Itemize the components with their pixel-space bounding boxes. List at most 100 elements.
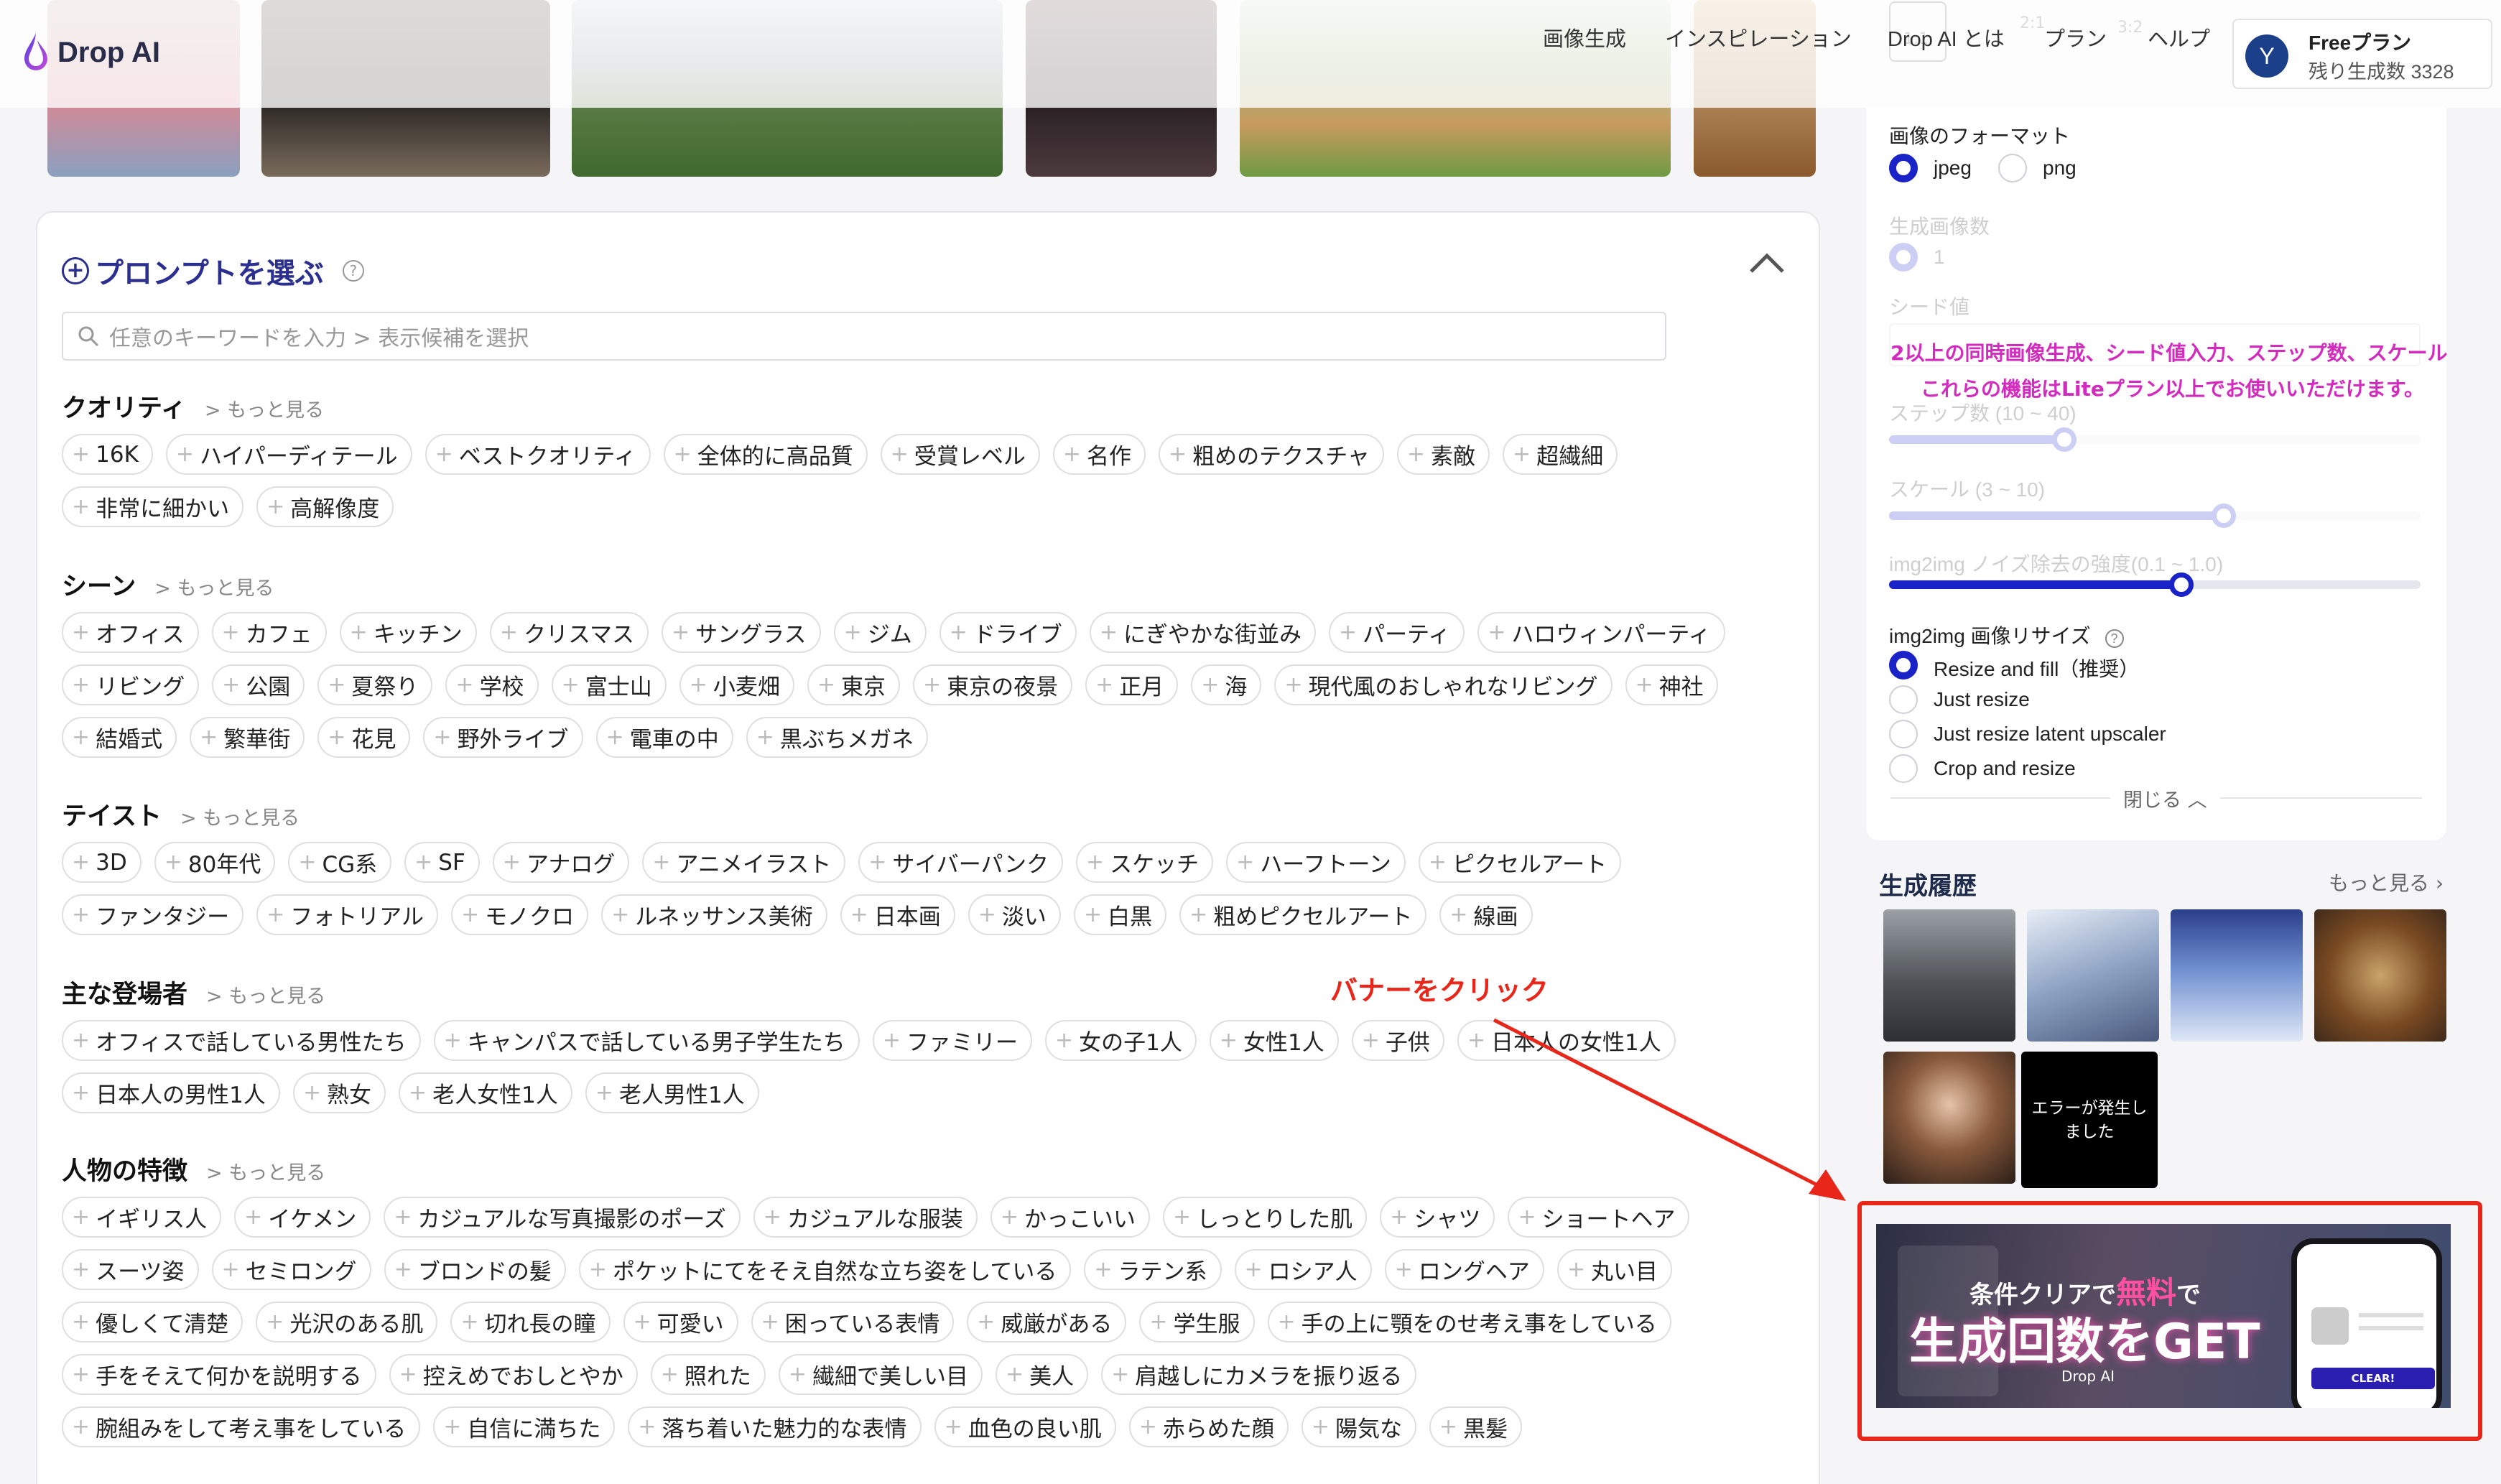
- denoise-slider[interactable]: [1889, 572, 2421, 597]
- section-more-link[interactable]: > もっと見る: [205, 394, 324, 422]
- prompt-tag[interactable]: + イケメン: [234, 1197, 371, 1238]
- prompt-tag[interactable]: + ラテン系: [1084, 1249, 1222, 1290]
- prompt-tag[interactable]: + イギリス人: [62, 1197, 222, 1238]
- just-resize-radio[interactable]: [1889, 685, 1918, 714]
- prompt-tag[interactable]: + キッチン: [339, 612, 477, 653]
- nav-inspiration[interactable]: インスピレーション: [1665, 22, 1852, 52]
- help-icon[interactable]: ?: [342, 260, 364, 282]
- prompt-tag[interactable]: + 東京: [807, 664, 900, 705]
- resize-fill-radio[interactable]: [1889, 651, 1918, 680]
- prompt-tag[interactable]: + 威厳がある: [967, 1302, 1127, 1342]
- prompt-tag[interactable]: + 高解像度: [256, 486, 394, 527]
- prompt-tag[interactable]: + ドライブ: [939, 612, 1077, 653]
- prompt-tag[interactable]: + 落ち着いた魅力的な表情: [628, 1406, 922, 1447]
- nav-about[interactable]: Drop AI とは: [1888, 22, 2005, 52]
- prompt-tag[interactable]: + 結婚式: [62, 717, 177, 758]
- prompt-tag[interactable]: + オフィスで話している男性たち: [62, 1020, 421, 1061]
- prompt-tag[interactable]: + ロングヘア: [1384, 1249, 1544, 1290]
- prompt-tag[interactable]: + 女の子1人: [1044, 1020, 1197, 1061]
- prompt-tag[interactable]: + スケッチ: [1076, 842, 1214, 883]
- prompt-tag[interactable]: + 赤らめた顔: [1128, 1406, 1289, 1447]
- prompt-tag[interactable]: + 全体的に高品質: [663, 434, 868, 475]
- prompt-tag[interactable]: + アナログ: [492, 842, 630, 883]
- prompt-tag[interactable]: + アニメイラスト: [642, 842, 846, 883]
- prompt-tag[interactable]: + しっとりした肌: [1163, 1197, 1368, 1238]
- prompt-tag[interactable]: + ベストクオリティ: [424, 434, 651, 475]
- section-more-link[interactable]: > もっと見る: [154, 572, 274, 600]
- prompt-tag[interactable]: + 非常に細かい: [62, 486, 244, 527]
- prompt-tag[interactable]: + 丸い目: [1556, 1249, 1672, 1290]
- prompt-tag[interactable]: + 老人女性1人: [399, 1072, 572, 1113]
- prompt-tag[interactable]: + サングラス: [662, 612, 821, 653]
- prompt-tag[interactable]: + 淡い: [968, 894, 1061, 935]
- prompt-tag[interactable]: + 夏祭り: [317, 664, 433, 705]
- prompt-tag[interactable]: + モノクロ: [450, 894, 589, 935]
- section-more-link[interactable]: > もっと見る: [206, 1157, 325, 1185]
- resize-fill-label[interactable]: Resize and fill（推奨）: [1934, 654, 2139, 682]
- prompt-tag[interactable]: + 富士山: [551, 664, 667, 705]
- prompt-tag[interactable]: + 名作: [1052, 434, 1146, 475]
- prompt-tag[interactable]: + 粗めのテクスチャ: [1158, 434, 1384, 475]
- latent-upscaler-label[interactable]: Just resize latent upscaler: [1934, 723, 2166, 746]
- section-more-link[interactable]: > もっと見る: [180, 802, 300, 830]
- prompt-tag[interactable]: + ルネッサンス美術: [601, 894, 827, 935]
- prompt-tag[interactable]: + 美人: [996, 1354, 1089, 1395]
- history-thumb-error[interactable]: エラーが発生し ました: [2021, 1052, 2158, 1188]
- prompt-tag[interactable]: + 学校: [445, 664, 539, 705]
- prompt-tag[interactable]: + 電車の中: [595, 717, 733, 758]
- close-settings-button[interactable]: 閉じる ︿: [2110, 784, 2220, 812]
- prompt-tag[interactable]: + ファミリー: [872, 1020, 1032, 1061]
- prompt-tag[interactable]: + 野外ライブ: [423, 717, 583, 758]
- prompt-tag[interactable]: + 正月: [1085, 664, 1179, 705]
- prompt-tag[interactable]: + 素敵: [1396, 434, 1490, 475]
- prompt-tag[interactable]: + 繊細で美しい目: [778, 1354, 983, 1395]
- prompt-tag[interactable]: + 熟女: [292, 1072, 386, 1113]
- prompt-tag[interactable]: + 手の上に顎をのせ考え事をしている: [1267, 1302, 1671, 1342]
- prompt-tag[interactable]: + 子供: [1351, 1020, 1444, 1061]
- chevron-up-icon[interactable]: [1745, 249, 1788, 277]
- crop-resize-radio[interactable]: [1889, 754, 1918, 783]
- prompt-tag[interactable]: + 控えめでおしとやか: [389, 1354, 638, 1395]
- prompt-tag[interactable]: + 超繊細: [1503, 434, 1618, 475]
- prompt-tag[interactable]: + かっこいい: [990, 1197, 1151, 1238]
- prompt-tag[interactable]: + パーティ: [1328, 612, 1465, 653]
- prompt-tag[interactable]: + 繁華街: [190, 717, 305, 758]
- avatar[interactable]: Y: [2245, 34, 2288, 78]
- prompt-tag[interactable]: + ピクセルアート: [1418, 842, 1622, 883]
- denoise-knob[interactable]: [2169, 572, 2194, 597]
- prompt-tag[interactable]: + 現代風のおしゃれなリビング: [1274, 664, 1613, 705]
- prompt-tag[interactable]: + 女性1人: [1209, 1020, 1339, 1061]
- format-jpeg-label[interactable]: jpeg: [1934, 157, 1972, 180]
- plan-status[interactable]: Y Freeプラン 残り生成数 3328: [2232, 19, 2492, 89]
- prompt-tag[interactable]: + SF: [404, 842, 480, 883]
- crop-resize-label[interactable]: Crop and resize: [1934, 757, 2076, 780]
- prompt-tag[interactable]: + 花見: [317, 717, 411, 758]
- history-thumb-portrait[interactable]: [1883, 1052, 2015, 1184]
- prompt-tag[interactable]: + にぎやかな街並み: [1089, 612, 1316, 653]
- prompt-tag[interactable]: + カジュアルな服装: [753, 1197, 978, 1238]
- history-thumb-snow-tree[interactable]: [2171, 909, 2303, 1042]
- just-resize-label[interactable]: Just resize: [1934, 688, 2030, 711]
- prompt-tag[interactable]: + スーツ姿: [62, 1249, 199, 1290]
- prompt-tag[interactable]: + 血色の良い肌: [934, 1406, 1116, 1447]
- prompt-tag[interactable]: + フォトリアル: [256, 894, 438, 935]
- prompt-tag[interactable]: + 線画: [1439, 894, 1533, 935]
- prompt-tag[interactable]: + 学生服: [1139, 1302, 1255, 1342]
- prompt-tag[interactable]: + 優しくて清楚: [62, 1302, 243, 1342]
- prompt-tag[interactable]: +3D: [62, 842, 141, 883]
- prompt-tag[interactable]: + 切れ長の瞳: [450, 1302, 611, 1342]
- prompt-tag[interactable]: + 海: [1191, 664, 1262, 705]
- prompt-tag[interactable]: + 光沢のある肌: [256, 1302, 438, 1342]
- prompt-tag[interactable]: + 困っている表情: [751, 1302, 955, 1342]
- prompt-tag[interactable]: +16K: [62, 434, 153, 475]
- prompt-tag[interactable]: + 腕組みをして考え事をしている: [62, 1406, 421, 1447]
- prompt-tag[interactable]: + 日本画: [840, 894, 955, 935]
- prompt-tag[interactable]: + 粗めピクセルアート: [1179, 894, 1427, 935]
- prompt-tag[interactable]: + 可愛い: [623, 1302, 738, 1342]
- prompt-tag[interactable]: + リビング: [62, 664, 200, 705]
- prompt-tag[interactable]: + カフェ: [211, 612, 327, 653]
- prompt-tag[interactable]: + サイバーパンク: [858, 842, 1063, 883]
- prompt-tag[interactable]: + 小麦畑: [679, 664, 794, 705]
- prompt-tag[interactable]: + ポケットにてをそえ自然な立ち姿をしている: [578, 1249, 1072, 1290]
- latent-upscaler-radio[interactable]: [1889, 720, 1918, 748]
